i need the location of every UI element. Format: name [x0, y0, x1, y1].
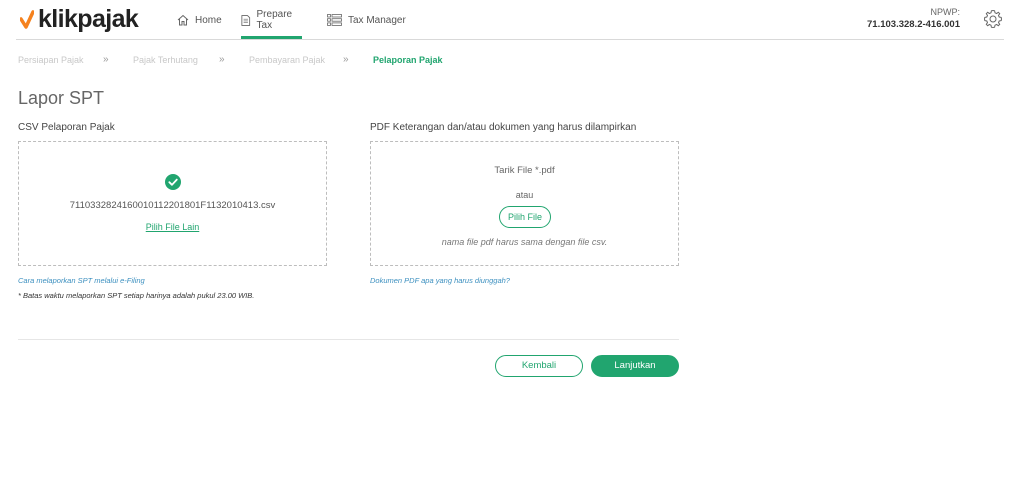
nav-prepare-tax[interactable]: Prepare Tax: [241, 0, 303, 40]
uploaded-csv-filename: 7110332824160010112201801F1132010413.csv: [69, 200, 276, 211]
top-navigation-bar: klikpajak Home Prepare Tax Tax Manager N…: [0, 0, 1024, 40]
brand-logo[interactable]: klikpajak: [20, 4, 139, 34]
page-title: Lapor SPT: [18, 88, 105, 108]
csv-upload-dropzone[interactable]: 7110332824160010112201801F1132010413.csv…: [18, 141, 327, 266]
nav-home-label: Home: [195, 14, 222, 26]
pdf-section-label: PDF Keterangan dan/atau dokumen yang har…: [370, 122, 637, 133]
breadcrumb-step-persiapan-pajak[interactable]: Persiapan Pajak: [18, 55, 84, 65]
pdf-help-link[interactable]: Dokumen PDF apa yang harus diunggah?: [370, 276, 510, 285]
breadcrumb-step-pelaporan-pajak: Pelaporan Pajak: [373, 55, 443, 65]
drag-file-text: Tarik File *.pdf: [494, 165, 555, 176]
deadline-note: * Batas waktu melaporkan SPT setiap hari…: [18, 291, 255, 300]
breadcrumb-separator-icon: »: [219, 54, 224, 65]
npwp-info: NPWP: 71.103.328.2-416.001: [867, 7, 960, 31]
nav-tax-manager[interactable]: Tax Manager: [327, 0, 406, 40]
breadcrumb-step-pembayaran-pajak[interactable]: Pembayaran Pajak: [249, 55, 325, 65]
breadcrumb-separator-icon: »: [103, 54, 108, 65]
nav-prepare-tax-label: Prepare Tax: [256, 9, 293, 31]
breadcrumb-separator-icon: »: [343, 54, 348, 65]
nav-tax-manager-label: Tax Manager: [348, 14, 406, 26]
home-icon: [177, 14, 189, 26]
nav-home[interactable]: Home: [177, 0, 222, 40]
content-divider: [18, 339, 679, 340]
document-icon: [241, 14, 251, 26]
pdf-filename-hint: nama file pdf harus sama dengan file csv…: [441, 237, 608, 247]
list-icon: [327, 14, 342, 26]
pick-other-file-link[interactable]: Pilih File Lain: [19, 222, 326, 232]
check-circle-icon: [165, 174, 181, 190]
header-divider: [16, 39, 1004, 40]
gear-icon[interactable]: [983, 9, 1003, 29]
back-button[interactable]: Kembali: [495, 355, 583, 377]
breadcrumb-step-pajak-terhutang[interactable]: Pajak Terhutang: [133, 55, 198, 65]
continue-button[interactable]: Lanjutkan: [591, 355, 679, 377]
efiling-help-link[interactable]: Cara melaporkan SPT melalui e-Filing: [18, 276, 145, 285]
npwp-label: NPWP:: [930, 7, 960, 17]
or-text: atau: [515, 190, 534, 200]
check-logo-icon: [20, 9, 34, 29]
pick-file-button[interactable]: Pilih File: [499, 206, 551, 228]
brand-name: klikpajak: [38, 4, 139, 33]
npwp-value: 71.103.328.2-416.001: [867, 19, 960, 30]
csv-section-label: CSV Pelaporan Pajak: [18, 122, 115, 133]
pdf-upload-dropzone[interactable]: Tarik File *.pdf atau Pilih File nama fi…: [370, 141, 679, 266]
